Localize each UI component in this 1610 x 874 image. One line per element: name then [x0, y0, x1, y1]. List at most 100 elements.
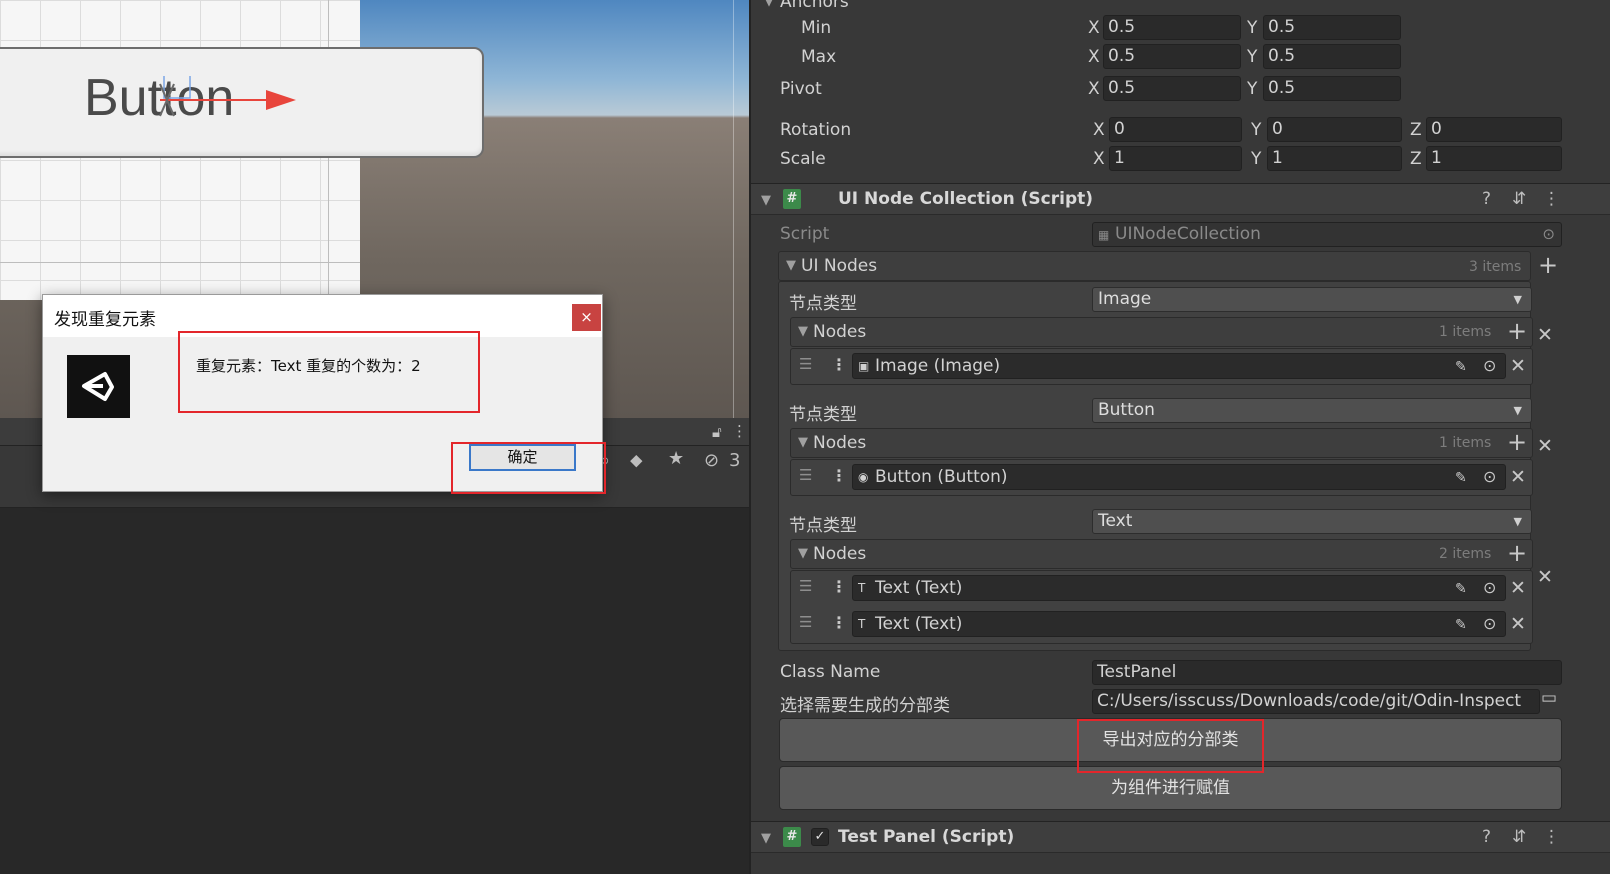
node-object-field[interactable]: ◉ Button (Button) ✎ ⊙ — [852, 464, 1506, 490]
node-value: Button (Button) — [875, 467, 1008, 487]
kebab-menu-icon[interactable]: ⋮ — [831, 577, 847, 596]
node-object-field[interactable]: ▣ Image (Image) ✎ ⊙ — [852, 353, 1506, 379]
foldout-arrow-icon[interactable]: ▼ — [798, 435, 808, 450]
scale-y-field[interactable]: 1 — [1267, 146, 1402, 171]
hash-script-icon: # — [783, 189, 801, 209]
text-icon: T — [858, 617, 866, 631]
anchor-max-x-field[interactable]: 0.5 — [1103, 44, 1241, 69]
axis-y-label: Y — [1247, 47, 1258, 67]
axis-y-label: Y — [1251, 120, 1262, 140]
grid-guide-line — [0, 262, 360, 263]
preset-icon[interactable]: ⇵ — [1512, 189, 1526, 209]
node-object-field[interactable]: T Text (Text) ✎ ⊙ — [852, 575, 1506, 601]
nodes-list-header[interactable]: ▼ Nodes 1 items + — [790, 317, 1533, 347]
drag-handle-icon[interactable]: ☰ — [799, 577, 812, 595]
ui-nodes-list-header[interactable]: ▼ UI Nodes 3 items — [778, 251, 1531, 281]
node-type-label: 节点类型 — [789, 294, 857, 314]
star-icon[interactable]: ★ — [668, 448, 684, 469]
drag-handle-icon[interactable]: ☰ — [799, 613, 812, 631]
axis-x-label: X — [1088, 47, 1100, 67]
kebab-menu-icon[interactable]: ⋮ — [732, 422, 747, 440]
close-x-icon[interactable]: ✕ — [1537, 566, 1553, 588]
pencil-icon[interactable]: ✎ — [1455, 577, 1467, 601]
foldout-arrow-icon[interactable]: ▼ — [798, 324, 808, 339]
nodes-list-header[interactable]: ▼ Nodes 2 items + — [790, 539, 1533, 569]
rotation-y-field[interactable]: 0 — [1267, 117, 1402, 142]
target-icon[interactable]: ⊙ — [1483, 465, 1496, 489]
target-icon[interactable]: ⊙ — [1483, 354, 1496, 378]
rotation-x-field[interactable]: 0 — [1109, 117, 1242, 142]
anchors-label: Anchors — [780, 0, 849, 12]
help-icon[interactable]: ? — [1482, 827, 1491, 847]
node-type-dropdown[interactable]: Text ▼ — [1092, 509, 1532, 534]
close-x-icon[interactable]: ✕ — [1537, 324, 1553, 346]
kebab-menu-icon[interactable]: ⋮ — [1543, 827, 1560, 847]
close-x-icon[interactable]: ✕ — [1510, 466, 1526, 488]
node-type-dropdown[interactable]: Image ▼ — [1092, 287, 1532, 312]
close-x-icon[interactable]: ✕ — [1510, 577, 1526, 599]
nodes-label: Nodes — [813, 544, 867, 564]
close-x-icon[interactable]: ✕ — [1510, 355, 1526, 377]
hash-script-icon: # — [783, 827, 801, 847]
anchor-min-x-field[interactable]: 0.5 — [1103, 15, 1241, 40]
drag-handle-icon[interactable]: ☰ — [799, 466, 812, 484]
test-panel-header[interactable]: ▼ # ✓ Test Panel (Script) ? ⇵ ⋮ — [751, 821, 1610, 853]
lock-icon[interactable]: 🔓︎ — [712, 423, 722, 441]
anchor-max-y-field[interactable]: 0.5 — [1263, 44, 1401, 69]
target-icon[interactable]: ⊙ — [1483, 576, 1496, 600]
tag-icon[interactable]: ⬥ — [630, 450, 643, 471]
pencil-icon[interactable]: ✎ — [1455, 466, 1467, 490]
kebab-menu-icon[interactable]: ⋮ — [831, 355, 847, 374]
preset-icon[interactable]: ⇵ — [1512, 827, 1526, 847]
enabled-checkbox[interactable]: ✓ — [811, 828, 829, 846]
node-object-field[interactable]: T Text (Text) ✎ ⊙ — [852, 611, 1506, 637]
partial-class-path-field[interactable]: C:/Users/isscuss/Downloads/code/git/Odin… — [1092, 689, 1540, 714]
node-value: Text (Text) — [875, 614, 963, 634]
class-name-field[interactable]: TestPanel — [1092, 660, 1562, 685]
pivot-x-field[interactable]: 0.5 — [1103, 76, 1241, 101]
highlight-box — [178, 331, 480, 413]
foldout-arrow-icon[interactable]: ▼ — [764, 0, 774, 9]
nodes-list-header[interactable]: ▼ Nodes 1 items + — [790, 428, 1533, 458]
scale-z-field[interactable]: 1 — [1426, 146, 1562, 171]
ui-node-collection-header[interactable]: ▼ # UI Node Collection (Script) ? ⇵ ⋮ — [751, 183, 1610, 215]
kebab-menu-icon[interactable]: ⋮ — [831, 466, 847, 485]
pencil-icon[interactable]: ✎ — [1455, 613, 1467, 637]
script-label: Script — [780, 224, 830, 244]
kebab-menu-icon[interactable]: ⋮ — [1543, 189, 1560, 209]
plus-icon[interactable]: + — [1507, 541, 1527, 565]
nodes-label: Nodes — [813, 322, 867, 342]
chevron-down-icon: ▼ — [1513, 293, 1522, 306]
foldout-arrow-icon[interactable]: ▼ — [798, 546, 808, 561]
rotation-z-field[interactable]: 0 — [1426, 117, 1562, 142]
scale-x-field[interactable]: 1 — [1109, 146, 1242, 171]
plus-icon[interactable]: + — [1538, 253, 1558, 277]
kebab-menu-icon[interactable]: ⋮ — [831, 613, 847, 632]
script-file-icon: ▦ — [1098, 228, 1110, 242]
axis-x-label: X — [1088, 18, 1100, 38]
node-type-dropdown[interactable]: Button ▼ — [1092, 398, 1532, 423]
eye-hidden-icon[interactable]: ⊘ — [704, 450, 719, 471]
dropdown-value: Image — [1098, 289, 1152, 309]
anchor-min-y-field[interactable]: 0.5 — [1263, 15, 1401, 40]
node-value: Image (Image) — [875, 356, 1001, 376]
move-gizmo-icon[interactable] — [150, 76, 310, 126]
plus-icon[interactable]: + — [1507, 319, 1527, 343]
plus-icon[interactable]: + — [1507, 430, 1527, 454]
foldout-arrow-icon[interactable]: ▼ — [786, 258, 796, 273]
close-x-icon[interactable]: ✕ — [1510, 613, 1526, 635]
drag-handle-icon[interactable]: ☰ — [799, 355, 812, 373]
pivot-y-field[interactable]: 0.5 — [1263, 76, 1401, 101]
folder-icon[interactable]: ▭ — [1541, 688, 1557, 708]
ui-nodes-label: UI Nodes — [801, 256, 878, 276]
help-icon[interactable]: ? — [1482, 189, 1491, 209]
close-button[interactable]: × — [572, 304, 601, 331]
axis-x-label: X — [1093, 149, 1105, 169]
close-x-icon[interactable]: ✕ — [1537, 435, 1553, 457]
target-icon[interactable]: ⊙ — [1483, 612, 1496, 636]
foldout-arrow-icon[interactable]: ▼ — [761, 831, 771, 846]
script-field: ▦ UINodeCollection ⊙ — [1092, 222, 1562, 247]
component-title: Test Panel (Script) — [838, 827, 1015, 847]
foldout-arrow-icon[interactable]: ▼ — [761, 193, 771, 208]
pencil-icon[interactable]: ✎ — [1455, 355, 1467, 379]
